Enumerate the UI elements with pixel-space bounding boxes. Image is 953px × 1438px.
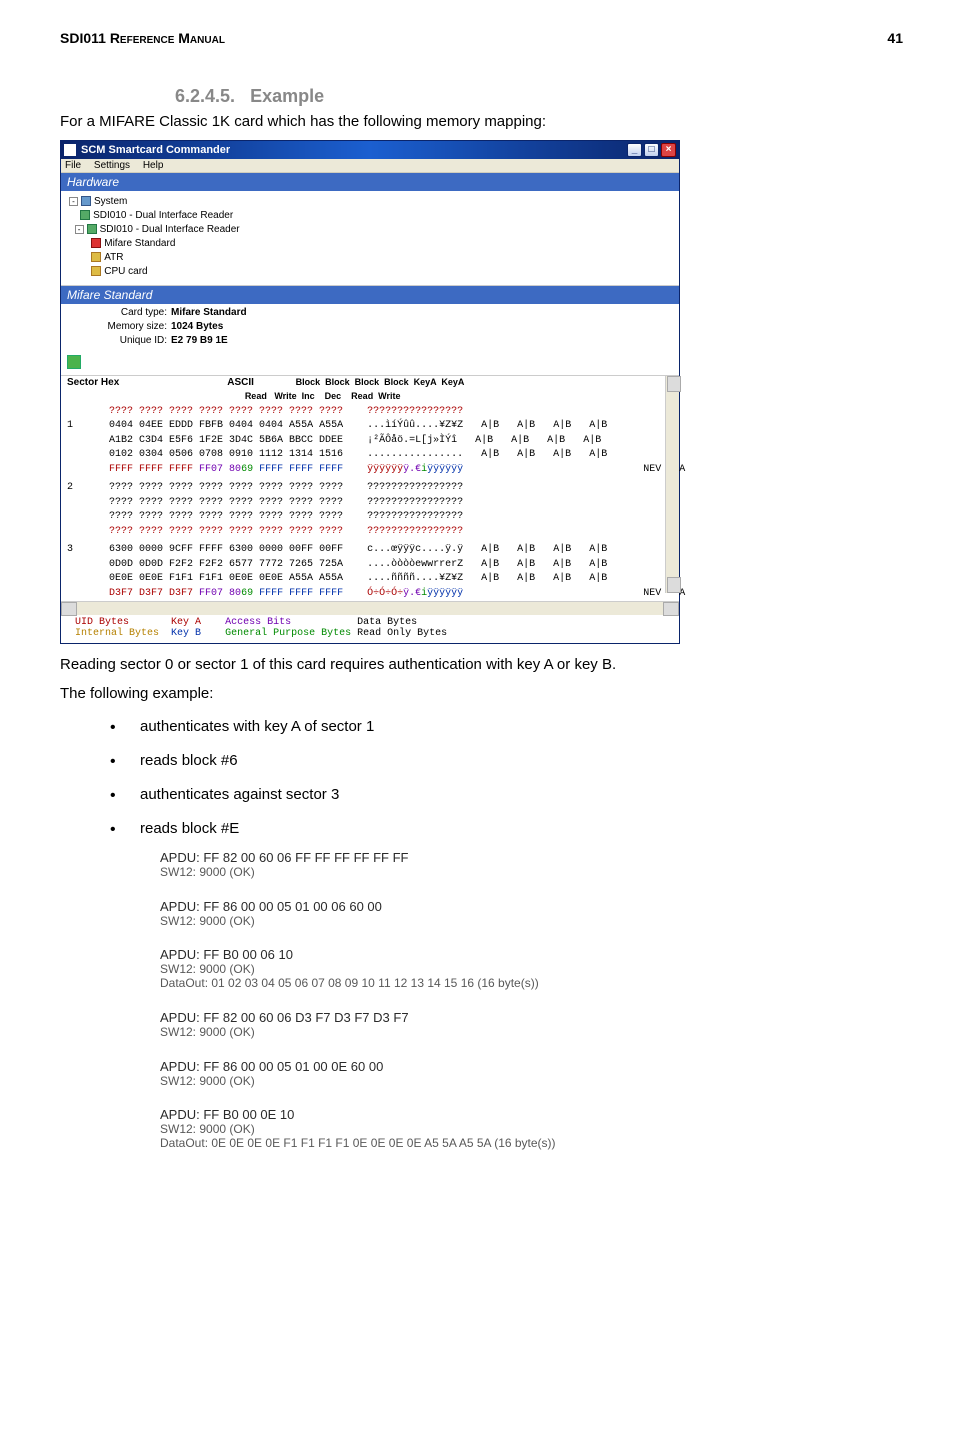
card-info: Card type:Mifare Standard Memory size:10… <box>61 304 679 352</box>
maximize-button[interactable]: □ <box>644 143 659 157</box>
bullet-list: authenticates with key A of sector 1 rea… <box>110 715 903 841</box>
body-text: The following example: <box>60 683 903 706</box>
table-row: 0102 0304 0506 0708 0910 1112 1314 1516 … <box>61 448 679 463</box>
horizontal-scrollbar[interactable] <box>61 601 679 615</box>
table-row: 0E0E 0E0E F1F1 F1F1 0E0E 0E0E A55A A55A … <box>61 572 679 587</box>
section-heading: 6.2.4.5. Example <box>175 86 903 107</box>
close-button[interactable]: × <box>661 143 676 157</box>
table-row: 2 ???? ???? ???? ???? ???? ???? ???? ???… <box>61 481 679 496</box>
apdu-line: APDU: FF 86 00 00 05 01 00 06 60 00 <box>160 900 903 915</box>
menu-file[interactable]: File <box>65 160 81 171</box>
window-titlebar[interactable]: SCM Smartcard Commander _ □ × <box>61 141 679 159</box>
apdu-dataout: DataOut: 01 02 03 04 05 06 07 08 09 10 1… <box>160 977 903 991</box>
window-title: SCM Smartcard Commander <box>81 144 627 156</box>
menu-settings[interactable]: Settings <box>94 160 130 171</box>
hardware-tree: -System SDI010 - Dual Interface Reader -… <box>61 191 679 286</box>
apdu-line: APDU: FF 86 00 00 05 01 00 0E 60 00 <box>160 1060 903 1075</box>
table-row: FFFF FFFF FFFF FF07 8069 FFFF FFFF FFFF … <box>61 463 679 478</box>
table-row: ???? ???? ???? ???? ???? ???? ???? ???? … <box>61 496 679 511</box>
tree-reader-1[interactable]: SDI010 - Dual Interface Reader <box>69 209 671 223</box>
menu-help[interactable]: Help <box>143 160 164 171</box>
apdu-sw: SW12: 9000 (OK) <box>160 1123 903 1137</box>
table-row: 0D0D 0D0D F2F2 F2F2 6577 7772 7265 725A … <box>61 558 679 573</box>
page-number: 41 <box>887 30 903 46</box>
apdu-dataout: DataOut: 0E 0E 0E 0E F1 F1 F1 F1 0E 0E 0… <box>160 1137 903 1151</box>
vertical-scrollbar[interactable] <box>665 376 679 594</box>
mifare-section-bar: Mifare Standard <box>61 286 679 304</box>
list-item: authenticates against sector 3 <box>110 783 903 807</box>
hardware-section-bar: Hardware <box>61 173 679 191</box>
table-row: ???? ???? ???? ???? ???? ???? ???? ???? … <box>61 510 679 525</box>
table-row: 1 0404 04EE EDDD FBFB 0404 0404 A55A A55… <box>61 419 679 434</box>
apdu-line: APDU: FF 82 00 60 06 D3 F7 D3 F7 D3 F7 <box>160 1011 903 1026</box>
tree-mifare-standard[interactable]: Mifare Standard <box>69 237 671 251</box>
tree-atr[interactable]: ATR <box>69 251 671 265</box>
apdu-line: APDU: FF B0 00 0E 10 <box>160 1108 903 1123</box>
apdu-sw: SW12: 9000 (OK) <box>160 1075 903 1089</box>
table-row: A1B2 C3D4 E5F6 1F2E 3D4C 5B6A BBCC DDEE … <box>61 434 679 449</box>
tree-cpu-card[interactable]: CPU card <box>69 265 671 279</box>
hex-view: Sector Hex ASCII Block Block Block Block… <box>61 376 679 616</box>
toolbar <box>61 352 679 376</box>
list-item: reads block #6 <box>110 749 903 773</box>
table-row: ???? ???? ???? ???? ???? ???? ???? ???? … <box>61 405 679 420</box>
body-text: Reading sector 0 or sector 1 of this car… <box>60 654 903 677</box>
list-item: reads block #E <box>110 817 903 841</box>
legend: UID Bytes Key A Access Bits Data Bytes I… <box>61 615 679 643</box>
tree-system[interactable]: -System <box>69 195 671 209</box>
doc-title: SDI011 Reference Manual <box>60 30 225 46</box>
hex-header: Sector Hex ASCII Block Block Block Block… <box>61 376 679 391</box>
apdu-sw: SW12: 9000 (OK) <box>160 1026 903 1040</box>
app-icon <box>64 144 76 156</box>
apdu-line: APDU: FF B0 00 06 10 <box>160 948 903 963</box>
tree-reader-2[interactable]: -SDI010 - Dual Interface Reader <box>69 223 671 237</box>
page-header: SDI011 Reference Manual 41 <box>60 30 903 46</box>
save-icon[interactable] <box>67 355 81 369</box>
apdu-sw: SW12: 9000 (OK) <box>160 915 903 929</box>
apdu-sw: SW12: 9000 (OK) <box>160 866 903 880</box>
table-row: D3F7 D3F7 D3F7 FF07 8069 FFFF FFFF FFFF … <box>61 587 679 602</box>
scm-commander-window: SCM Smartcard Commander _ □ × File Setti… <box>60 140 680 645</box>
table-row: 3 6300 0000 9CFF FFFF 6300 0000 00FF 00F… <box>61 543 679 558</box>
apdu-log: APDU: FF 82 00 60 06 FF FF FF FF FF FF S… <box>160 851 903 1151</box>
apdu-sw: SW12: 9000 (OK) <box>160 963 903 977</box>
minimize-button[interactable]: _ <box>627 143 642 157</box>
table-row: ???? ???? ???? ???? ???? ???? ???? ???? … <box>61 525 679 540</box>
menubar: File Settings Help <box>61 159 679 173</box>
apdu-line: APDU: FF 82 00 60 06 FF FF FF FF FF FF <box>160 851 903 866</box>
intro-text: For a MIFARE Classic 1K card which has t… <box>60 111 903 134</box>
list-item: authenticates with key A of sector 1 <box>110 715 903 739</box>
